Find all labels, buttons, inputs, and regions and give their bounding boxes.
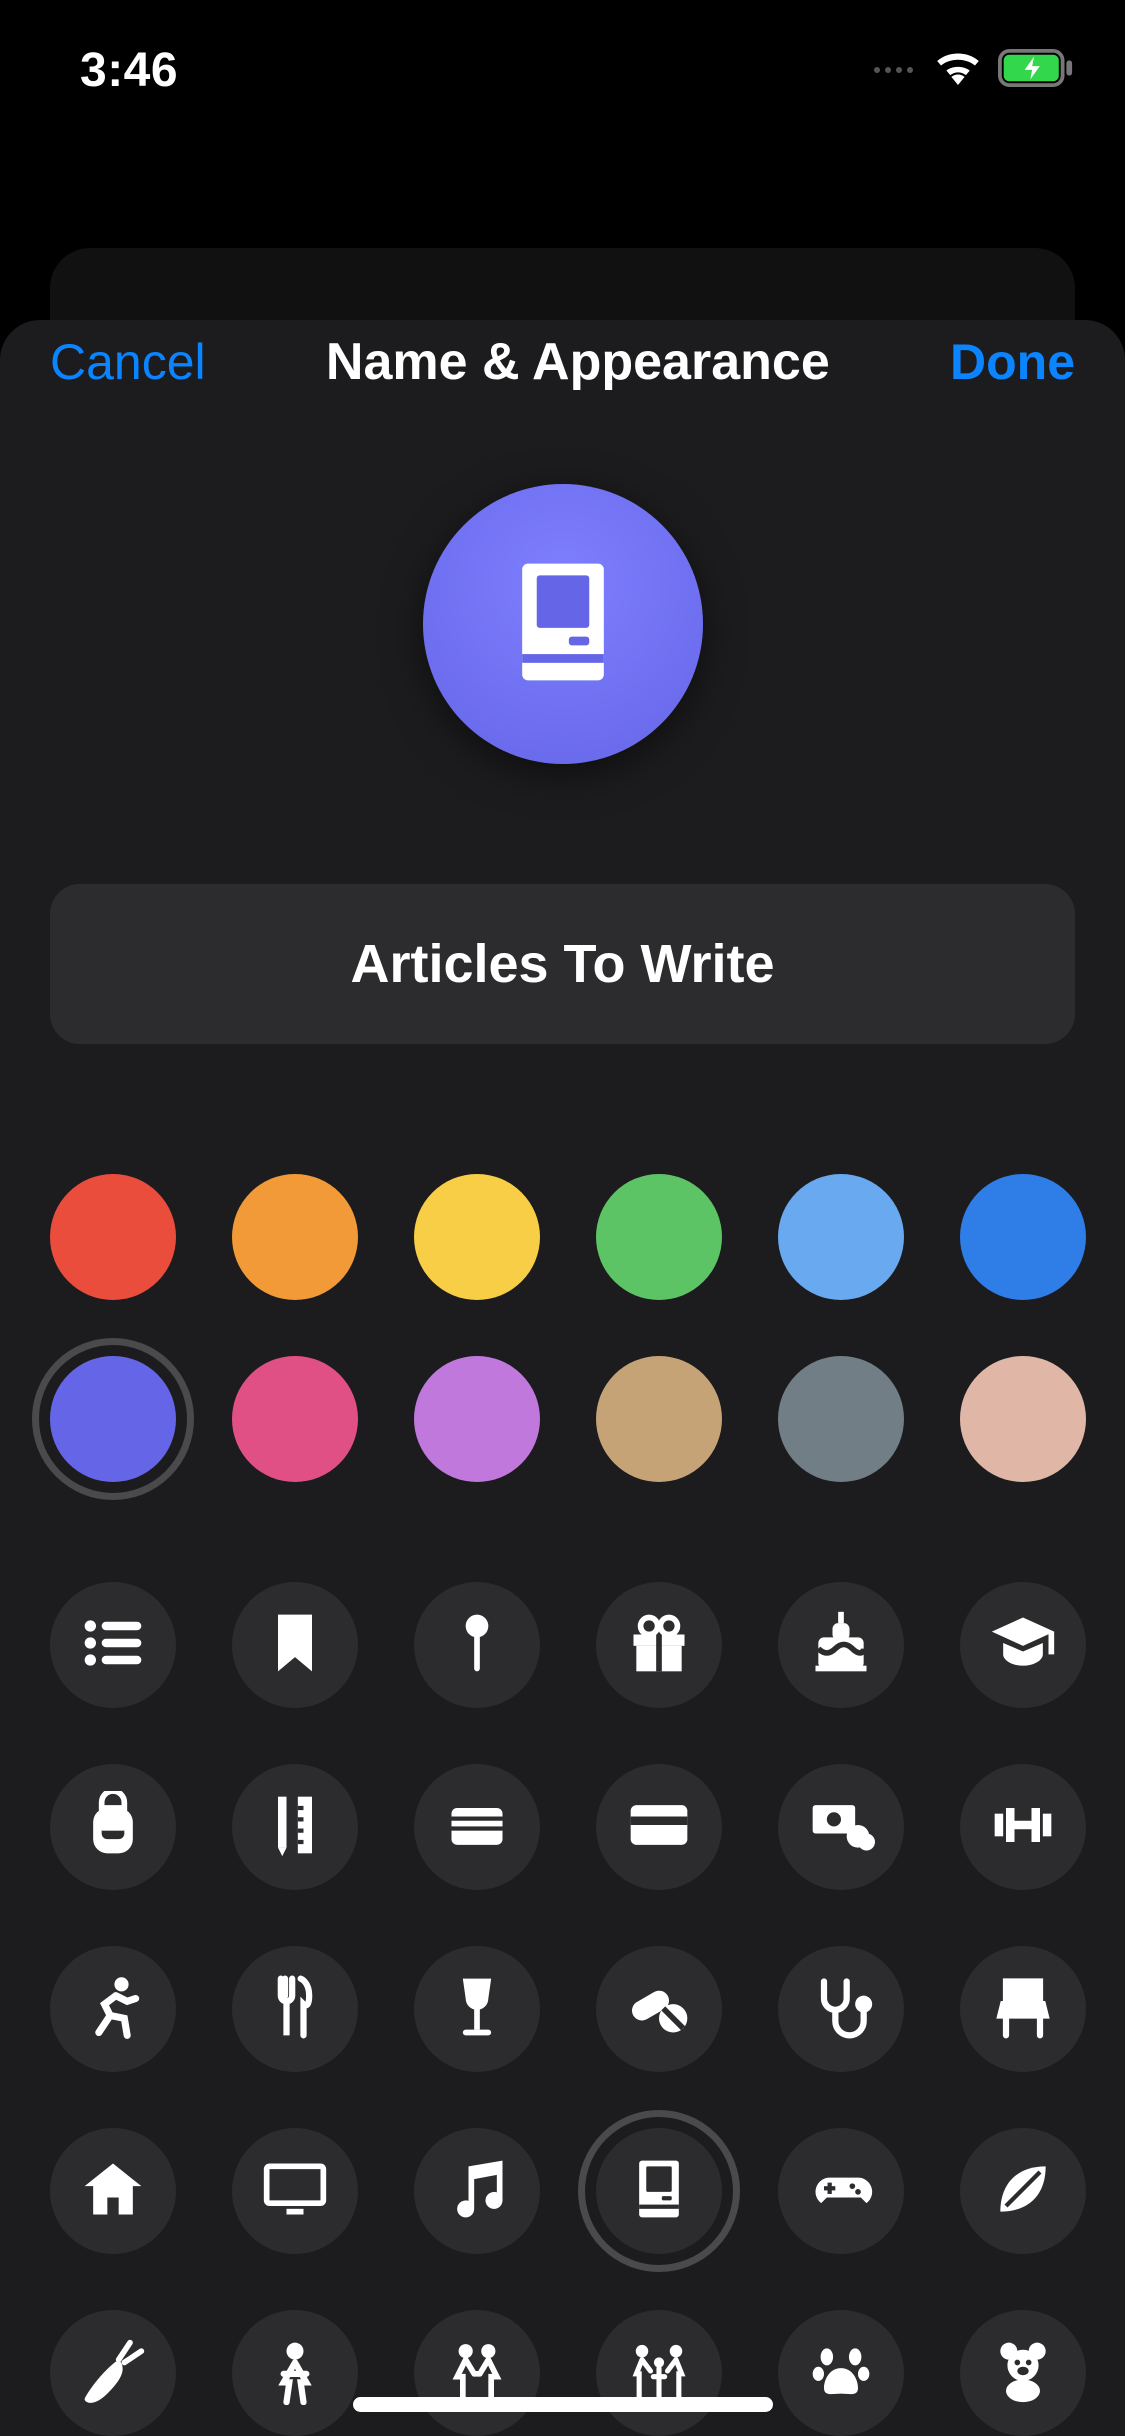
- status-time: 3:46: [80, 43, 178, 98]
- color-picker: [0, 1044, 1125, 1482]
- wine-glass-icon: [443, 1973, 511, 2046]
- icon-option-leaf-icon[interactable]: [960, 2128, 1086, 2254]
- wifi-icon: [935, 51, 981, 90]
- gift-icon: [625, 1609, 693, 1682]
- icon-option-family-icon[interactable]: [596, 2310, 722, 2436]
- sheet-title: Name & Appearance: [326, 332, 830, 392]
- icon-option-stethoscope-icon[interactable]: [778, 1946, 904, 2072]
- icon-option-monitor-icon[interactable]: [232, 2128, 358, 2254]
- color-swatch-gray[interactable]: [778, 1356, 904, 1482]
- fork-knife-icon: [261, 1973, 329, 2046]
- chair-icon: [989, 1973, 1057, 2046]
- color-swatch-orange[interactable]: [232, 1174, 358, 1300]
- icon-option-running-icon[interactable]: [50, 1946, 176, 2072]
- icon-option-game-controller-icon[interactable]: [778, 2128, 904, 2254]
- pin-icon: [443, 1609, 511, 1682]
- pencil-ruler-icon: [261, 1791, 329, 1864]
- icon-picker: [0, 1482, 1125, 2436]
- color-swatch-indigo[interactable]: [50, 1356, 176, 1482]
- cancel-button[interactable]: Cancel: [50, 333, 206, 391]
- pills-icon: [625, 1973, 693, 2046]
- person-icon: [261, 2337, 329, 2410]
- icon-option-fork-knife-icon[interactable]: [232, 1946, 358, 2072]
- color-swatch-red[interactable]: [50, 1174, 176, 1300]
- icon-option-list-icon[interactable]: [50, 1582, 176, 1708]
- icon-option-graduation-cap-icon[interactable]: [960, 1582, 1086, 1708]
- color-swatch-rose[interactable]: [960, 1356, 1086, 1482]
- color-swatch-blue[interactable]: [960, 1174, 1086, 1300]
- icon-option-wallet-icon[interactable]: [414, 1764, 540, 1890]
- color-swatch-pink[interactable]: [232, 1356, 358, 1482]
- preview-circle: [423, 484, 703, 764]
- home-indicator: [353, 2397, 773, 2412]
- icon-option-people-icon[interactable]: [414, 2310, 540, 2436]
- paw-icon: [807, 2337, 875, 2410]
- color-swatch-yellow[interactable]: [414, 1174, 540, 1300]
- icon-option-person-icon[interactable]: [232, 2310, 358, 2436]
- wallet-icon: [443, 1791, 511, 1864]
- running-icon: [79, 1973, 147, 2046]
- battery-charging-icon: [997, 49, 1075, 92]
- list-name-input[interactable]: [50, 933, 1075, 995]
- icon-option-dumbbell-icon[interactable]: [960, 1764, 1086, 1890]
- icon-option-pin-icon[interactable]: [414, 1582, 540, 1708]
- monitor-icon: [261, 2155, 329, 2228]
- color-swatch-purple[interactable]: [414, 1356, 540, 1482]
- icon-option-money-icon[interactable]: [778, 1764, 904, 1890]
- leaf-icon: [989, 2155, 1057, 2228]
- teddy-bear-icon: [989, 2337, 1057, 2410]
- list-name-field[interactable]: [50, 884, 1075, 1044]
- icon-option-music-note-icon[interactable]: [414, 2128, 540, 2254]
- icon-option-teddy-bear-icon[interactable]: [960, 2310, 1086, 2436]
- list-icon: [79, 1609, 147, 1682]
- icon-option-credit-card-icon[interactable]: [596, 1764, 722, 1890]
- computer-icon: [493, 552, 633, 697]
- carrot-icon: [79, 2337, 147, 2410]
- credit-card-icon: [625, 1791, 693, 1864]
- icon-option-backpack-icon[interactable]: [50, 1764, 176, 1890]
- game-controller-icon: [807, 2155, 875, 2228]
- name-appearance-sheet: Cancel Name & Appearance Done: [0, 320, 1125, 2436]
- icon-option-paw-icon[interactable]: [778, 2310, 904, 2436]
- icon-preview: [0, 404, 1125, 884]
- music-note-icon: [443, 2155, 511, 2228]
- icon-option-home-icon[interactable]: [50, 2128, 176, 2254]
- icon-option-birthday-cake-icon[interactable]: [778, 1582, 904, 1708]
- color-swatch-green[interactable]: [596, 1174, 722, 1300]
- done-button[interactable]: Done: [950, 333, 1075, 391]
- icon-option-pills-icon[interactable]: [596, 1946, 722, 2072]
- graduation-cap-icon: [989, 1609, 1057, 1682]
- status-bar: 3:46: [0, 0, 1125, 140]
- icon-option-carrot-icon[interactable]: [50, 2310, 176, 2436]
- backpack-icon: [79, 1791, 147, 1864]
- home-icon: [79, 2155, 147, 2228]
- sheet-header: Cancel Name & Appearance Done: [0, 320, 1125, 404]
- color-swatch-light-blue[interactable]: [778, 1174, 904, 1300]
- signal-dots-icon: [874, 67, 913, 73]
- color-swatch-tan[interactable]: [596, 1356, 722, 1482]
- stethoscope-icon: [807, 1973, 875, 2046]
- dumbbell-icon: [989, 1791, 1057, 1864]
- bookmark-icon: [261, 1609, 329, 1682]
- computer-icon: [625, 2155, 693, 2228]
- icon-option-wine-glass-icon[interactable]: [414, 1946, 540, 2072]
- icon-option-chair-icon[interactable]: [960, 1946, 1086, 2072]
- icon-option-bookmark-icon[interactable]: [232, 1582, 358, 1708]
- birthday-cake-icon: [807, 1609, 875, 1682]
- status-indicators: [874, 49, 1075, 92]
- money-icon: [807, 1791, 875, 1864]
- icon-option-gift-icon[interactable]: [596, 1582, 722, 1708]
- icon-option-pencil-ruler-icon[interactable]: [232, 1764, 358, 1890]
- icon-option-computer-icon[interactable]: [596, 2128, 722, 2254]
